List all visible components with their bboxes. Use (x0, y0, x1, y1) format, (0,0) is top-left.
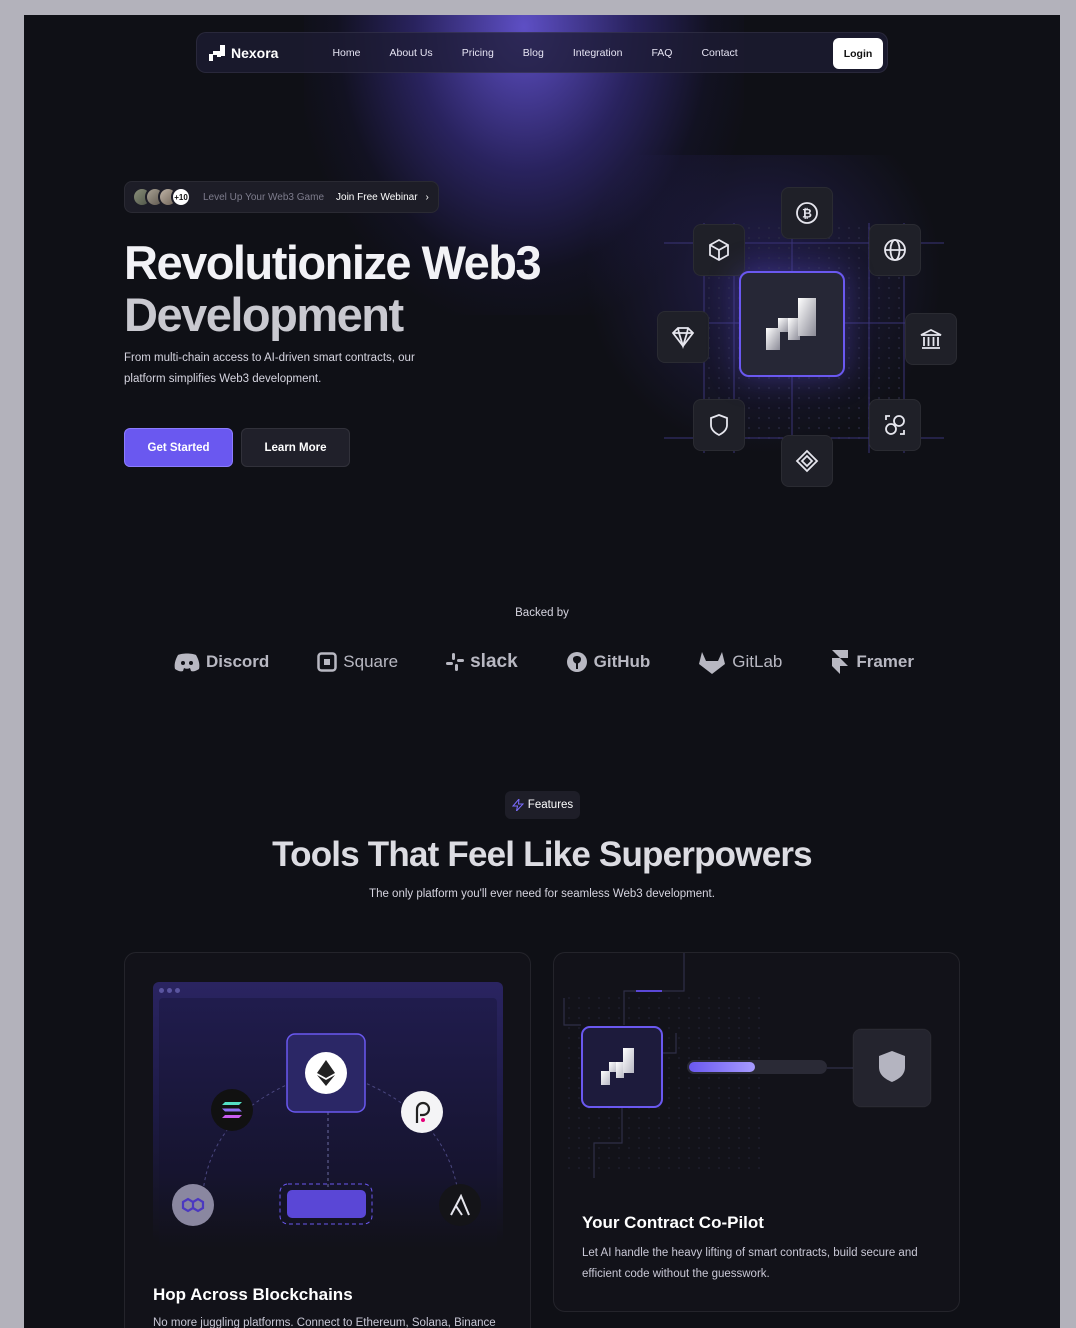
bitcoin-icon: ₿ (781, 187, 833, 239)
hero-title-line2: Development (124, 288, 404, 341)
lightning-icon (511, 799, 524, 811)
top-nav: Nexora Home About Us Pricing Blog Integr… (196, 32, 888, 73)
brand-name: GitLab (732, 652, 783, 671)
nav-link-home[interactable]: Home (332, 47, 360, 59)
copilot-visual (563, 953, 932, 1178)
nexora-logo-tile (739, 271, 845, 377)
polygon-icon (172, 1184, 214, 1226)
webinar-badge[interactable]: +10 Level Up Your Web3 Game Join Free We… (124, 181, 439, 213)
polkadot-icon (401, 1091, 443, 1133)
svg-text:₿: ₿ (802, 207, 812, 221)
page: Nexora Home About Us Pricing Blog Integr… (24, 15, 1060, 1328)
avatar-group: +10 (132, 187, 191, 207)
diamond-icon (657, 311, 709, 363)
bank-icon (905, 313, 957, 365)
chevron-right-icon: › (425, 191, 429, 203)
cube-icon (693, 224, 745, 276)
brand-name: Square (343, 652, 399, 671)
learn-more-button[interactable]: Learn More (241, 428, 350, 467)
features-subtitle: The only platform you'll ever need for s… (369, 888, 715, 900)
swap-icon (869, 399, 921, 451)
brand-name: slack (470, 651, 518, 672)
features-badge: Features (505, 791, 580, 819)
backed-by-label: Backed by (515, 607, 569, 619)
brand-name: Discord (206, 652, 270, 671)
browser-mockup (153, 982, 503, 1248)
card-description: Let AI handle the heavy lifting of smart… (582, 1247, 918, 1280)
card-title: Hop Across Blockchains (153, 1285, 353, 1304)
gitlab-icon (699, 652, 726, 674)
features-title: Tools That Feel Like Superpowers (272, 835, 813, 874)
brand-logo[interactable]: Nexora (209, 44, 279, 61)
nav-link-faq[interactable]: FAQ (651, 47, 672, 59)
nav-link-contact[interactable]: Contact (701, 47, 737, 59)
logo-icon (766, 298, 816, 350)
discord-icon (174, 653, 200, 672)
logo-icon (209, 44, 225, 61)
brand-discord: Discord (174, 652, 269, 672)
hero-title-line1: Revolutionize Web3 (124, 236, 542, 289)
algorand-icon (439, 1184, 481, 1226)
brand-slack: slack (446, 651, 518, 673)
shield-icon (693, 399, 745, 451)
ethereum-icon (305, 1052, 347, 1094)
webinar-link[interactable]: Join Free Webinar (336, 192, 418, 203)
brand-name: Framer (856, 652, 914, 671)
nav-link-pricing[interactable]: Pricing (462, 47, 494, 59)
feature-card-copilot: Your Contract Co-Pilot Let AI handle the… (553, 952, 960, 1312)
hero-subtitle: From multi-chain access to AI-driven sma… (124, 352, 415, 385)
brand-github: GitHub (566, 651, 651, 673)
web3-diagram: ₿ (644, 183, 964, 503)
card-title: Your Contract Co-Pilot (582, 1213, 764, 1232)
hero-title: Revolutionize Web3 Development (124, 236, 542, 341)
brand-gitlab: GitLab (698, 649, 782, 675)
solana-icon (211, 1089, 253, 1131)
brand-name: Nexora (231, 44, 279, 61)
brand-framer: Framer (830, 649, 914, 675)
avatar-count: +10 (171, 187, 191, 207)
brand-name: GitHub (593, 652, 651, 671)
badge-text: Level Up Your Web3 Game (203, 191, 325, 203)
nav-link-blog[interactable]: Blog (523, 47, 544, 59)
square-icon (317, 652, 338, 672)
nav-link-about[interactable]: About Us (389, 47, 432, 59)
nav-links: Home About Us Pricing Blog Integration F… (332, 47, 766, 59)
chain-link-icon (781, 435, 833, 487)
github-icon (566, 652, 587, 672)
brand-logos: Discord Square slack GitHub GitLab Frame… (174, 647, 914, 677)
nav-link-integration[interactable]: Integration (573, 47, 623, 59)
slack-icon (446, 653, 465, 671)
framer-icon (832, 650, 849, 674)
feature-card-multichain: Hop Across Blockchains No more juggling … (124, 952, 531, 1328)
brand-square: Square (317, 652, 398, 672)
card-description: No more juggling platforms. Connect to E… (153, 1317, 496, 1328)
login-button[interactable]: Login (833, 38, 883, 69)
get-started-button[interactable]: Get Started (124, 428, 233, 467)
globe-icon (869, 224, 921, 276)
features-badge-label: Features (527, 799, 574, 811)
